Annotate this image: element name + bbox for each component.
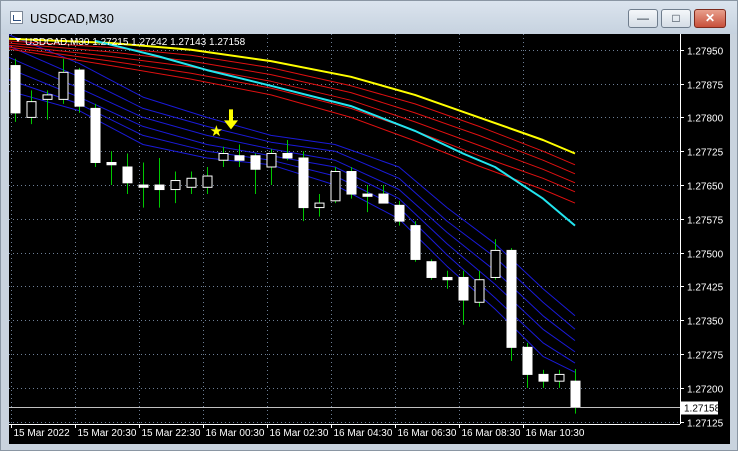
close-button[interactable]: ✕ (694, 9, 726, 28)
candle-body (170, 180, 181, 191)
maximize-button[interactable]: □ (661, 9, 691, 28)
candle-body (266, 152, 277, 168)
candle-body (394, 204, 405, 222)
y-axis-tick-label: 1.27800 (687, 114, 724, 125)
candle-body (234, 155, 245, 161)
candle-body (74, 69, 85, 107)
y-axis-tick-label: 1.27950 (687, 47, 724, 58)
candle-body (250, 155, 261, 170)
candle-body (186, 177, 197, 188)
candle-body (202, 175, 213, 188)
candle-body (426, 261, 437, 278)
candle-body (458, 276, 469, 301)
candle-body (42, 94, 53, 100)
candle-body (538, 373, 549, 382)
y-axis-tick-label: 1.27125 (687, 419, 724, 430)
candle-body (522, 346, 533, 375)
y-axis-tick-label: 1.27350 (687, 317, 724, 328)
x-axis-tick-label: 16 Mar 10:30 (526, 428, 585, 439)
y-axis-tick-label: 1.27500 (687, 250, 724, 261)
candle-body (122, 166, 133, 184)
title-bar[interactable]: USDCAD,M30 — □ ✕ (1, 1, 737, 34)
blue-band-line (9, 56, 576, 341)
symbol-ohlc-label: USDCAD,M30 1.27215 1.27242 1.27143 1.271… (25, 37, 246, 48)
candle-body (362, 193, 373, 197)
y-axis-tick-label: 1.27650 (687, 182, 724, 193)
candle-body (378, 193, 389, 204)
current-price-label: 1.27158 (684, 404, 721, 415)
price-chart[interactable]: ★ 1.27950 1.27875 1.27800 1.27725 1.27650 1.2… (9, 34, 730, 444)
y-axis-tick-label: 1.27725 (687, 148, 724, 159)
chart-grid (9, 34, 680, 424)
candle-body (218, 152, 229, 161)
blue-band-line (9, 34, 576, 317)
x-axis-tick-label: 15 Mar 2022 (14, 428, 71, 439)
candle-body (138, 184, 149, 188)
x-axis-tick-label: 16 Mar 08:30 (462, 428, 521, 439)
chart-canvas[interactable]: ★ 1.27950 1.27875 1.27800 1.27725 1.27650 1.2… (9, 34, 730, 444)
x-axis-tick-label: 16 Mar 02:30 (270, 428, 329, 439)
candle-body (90, 107, 101, 163)
candle-body (330, 171, 341, 202)
candle-body (554, 373, 565, 382)
candle-body (570, 380, 581, 408)
candle-body (106, 161, 117, 166)
signal-star-icon: ★ (210, 123, 223, 140)
x-axis-tick-label: 16 Mar 04:30 (334, 428, 393, 439)
candle-body (26, 101, 37, 118)
y-axis-tick-label: 1.27425 (687, 283, 724, 294)
candle-body (474, 279, 485, 303)
window-title: USDCAD,M30 (30, 11, 114, 26)
candle-body (346, 171, 357, 195)
x-axis-tick-label: 16 Mar 00:30 (206, 428, 265, 439)
candle-body (314, 202, 325, 209)
x-axis-tick-label: 15 Mar 22:30 (142, 428, 201, 439)
candle-body (298, 157, 309, 209)
candle-body (282, 152, 293, 159)
y-axis-tick-label: 1.27575 (687, 216, 724, 227)
candle-body (10, 65, 21, 114)
x-axis-tick-label: 16 Mar 06:30 (398, 428, 457, 439)
candle-body (490, 249, 501, 278)
candles (10, 58, 581, 414)
candle-body (506, 249, 517, 348)
y-axis-tick-label: 1.27200 (687, 385, 724, 396)
chart-window: USDCAD,M30 — □ ✕ ★ 1.27950 1.27875 1.27800… (0, 0, 738, 451)
candle-body (154, 184, 165, 191)
y-axis-tick-label: 1.27275 (687, 351, 724, 362)
chart-window-icon (10, 11, 23, 24)
candle-body (58, 71, 69, 100)
candle-body (442, 276, 453, 281)
x-axis-tick-label: 15 Mar 20:30 (78, 428, 137, 439)
candle-body (410, 225, 421, 260)
y-axis-tick-label: 1.27875 (687, 81, 724, 92)
signal-down-arrow-icon (224, 109, 238, 130)
minimize-button[interactable]: — (628, 9, 658, 28)
signal-markers: ★ (210, 109, 238, 140)
